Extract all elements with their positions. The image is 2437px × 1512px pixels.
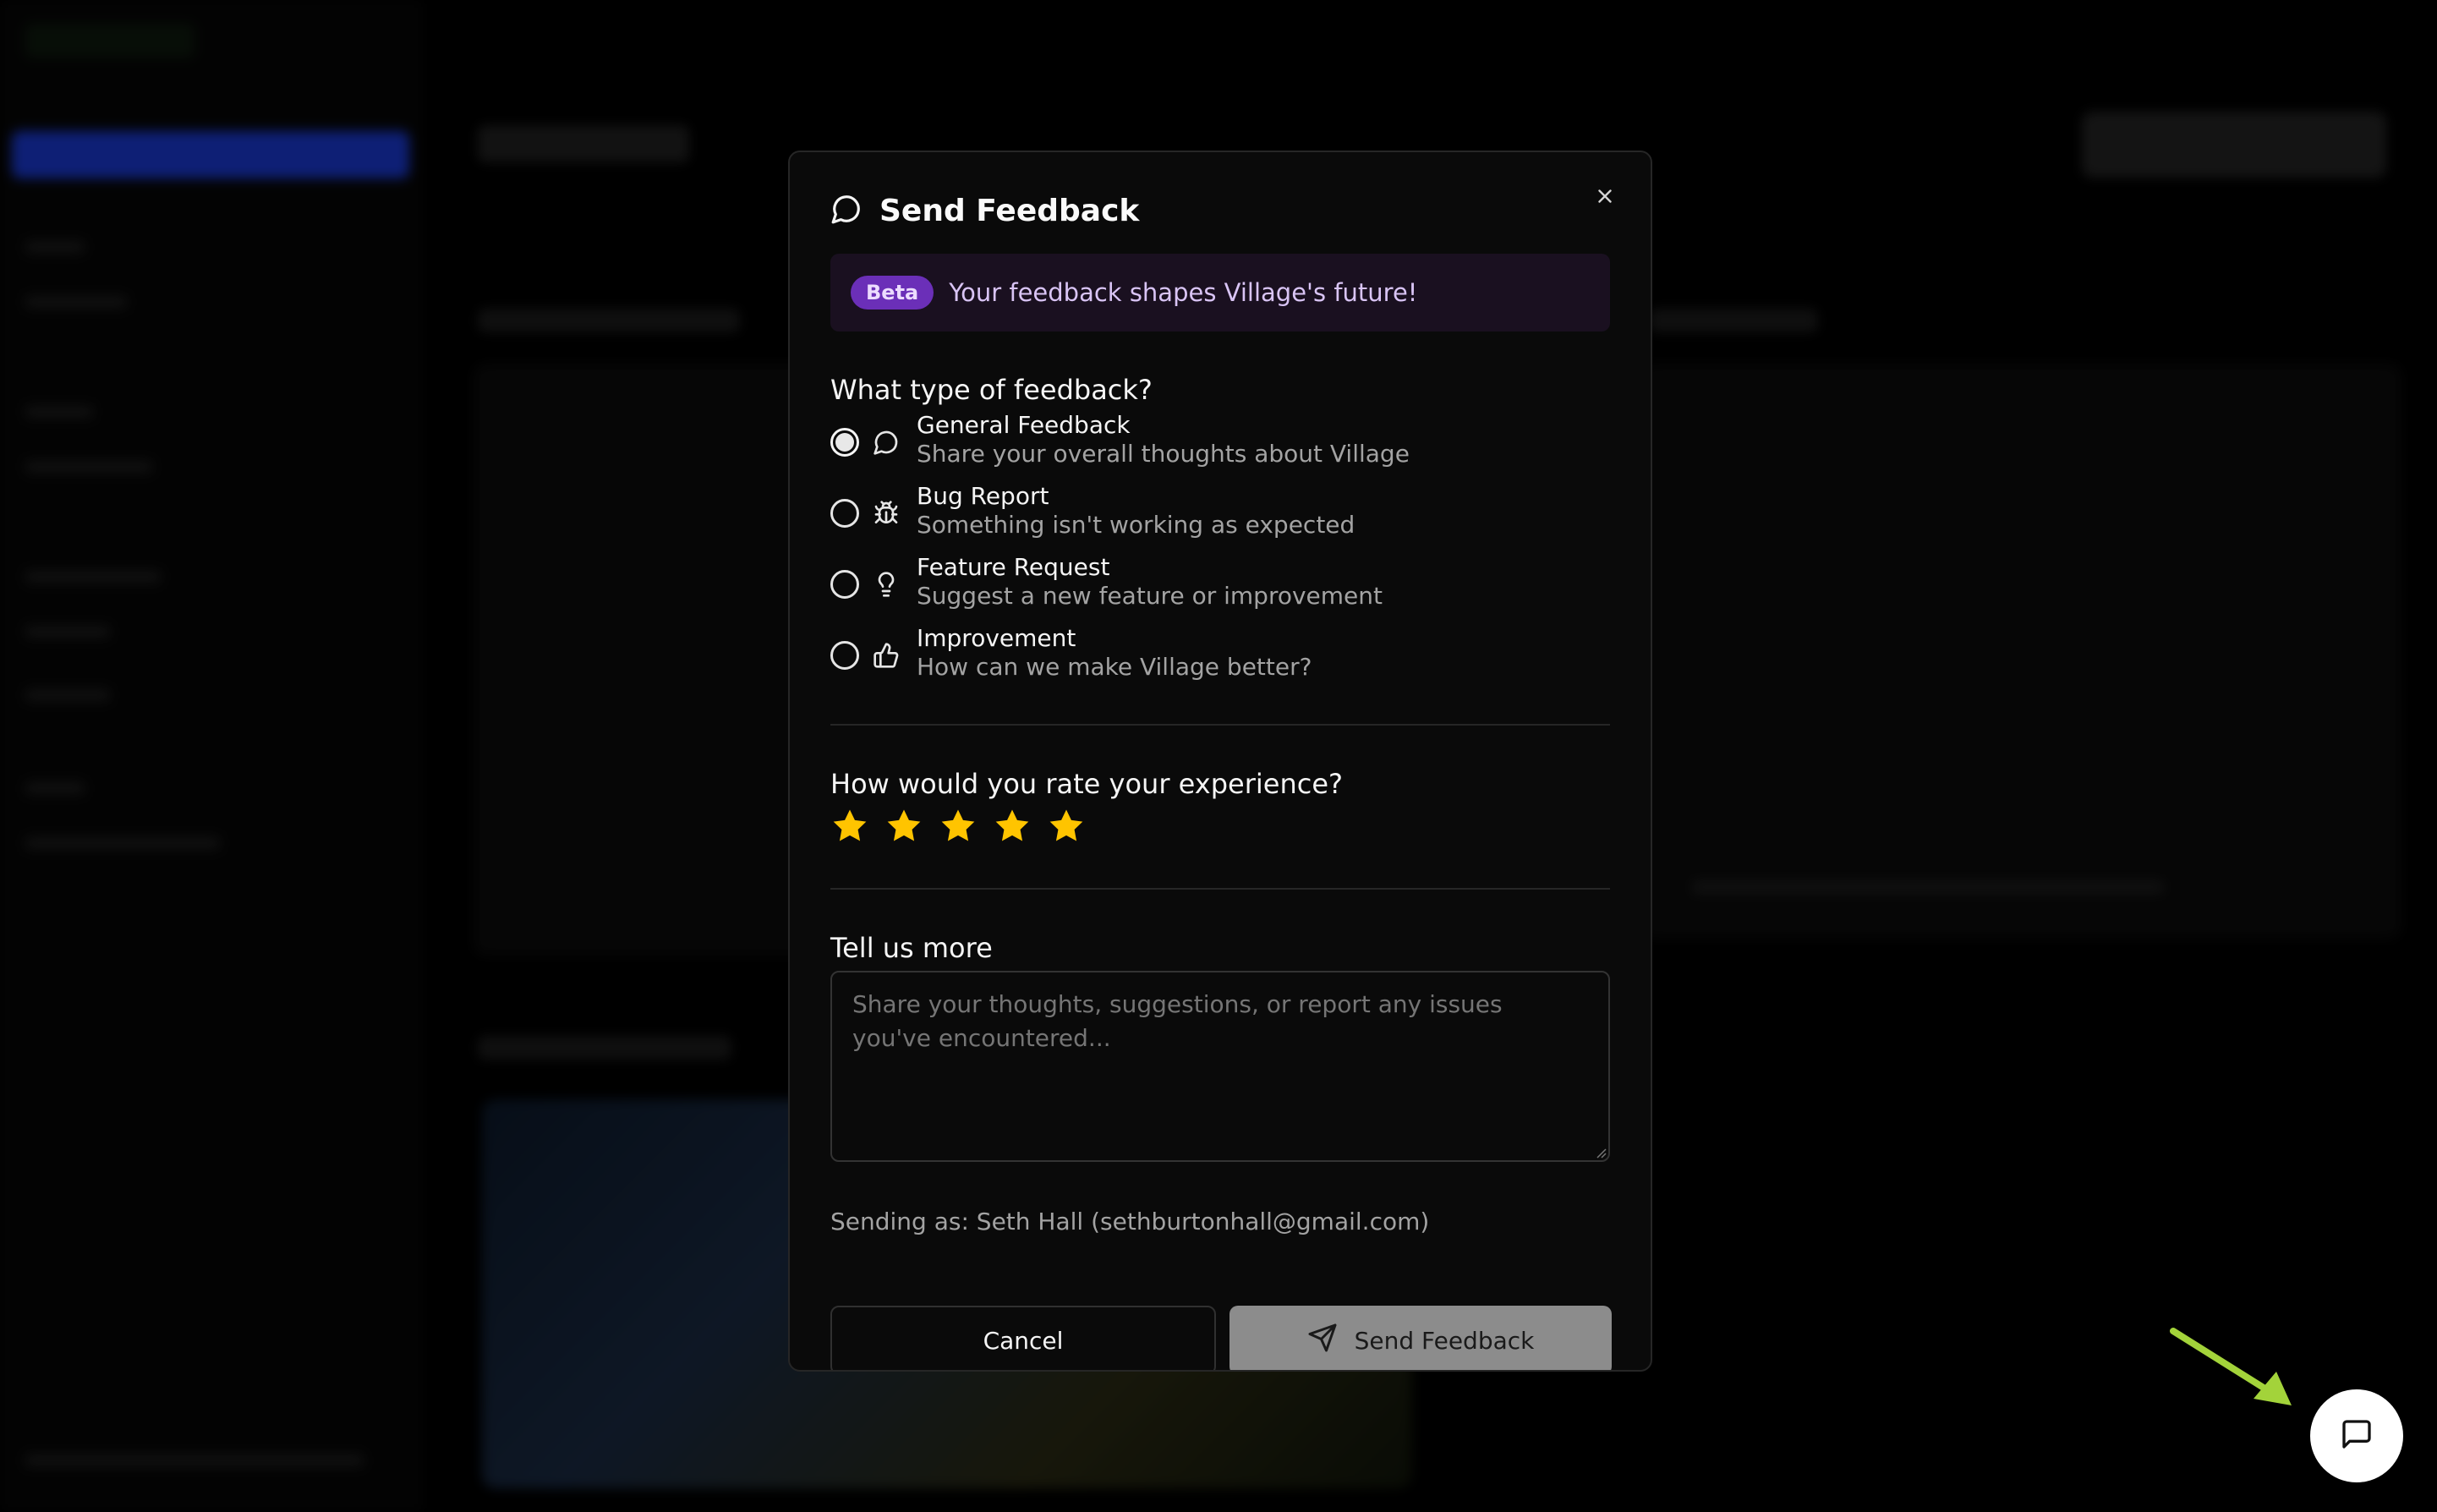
radio-button[interactable] [830, 641, 859, 670]
feedback-type-label: What type of feedback? [830, 374, 1153, 406]
sidebar-item [25, 461, 152, 473]
cancel-button-label: Cancel [983, 1326, 1064, 1355]
star-rating[interactable] [830, 807, 1086, 846]
rating-label: How would you rate your experience? [830, 768, 1343, 800]
option-description: How can we make Village better? [917, 653, 1312, 681]
resize-handle-icon[interactable] [1595, 1147, 1607, 1159]
option-title: Feature Request [917, 553, 1110, 581]
beta-banner: Beta Your feedback shapes Village's futu… [830, 254, 1610, 331]
thumbs-up-icon [871, 640, 901, 671]
option-title: General Feedback [917, 411, 1131, 439]
sidebar-item [25, 296, 127, 308]
option-description: Something isn't working as expected [917, 511, 1355, 539]
sending-as-text: Sending as: Seth Hall (sethburtonhall@gm… [830, 1208, 1430, 1235]
beta-message: Your feedback shapes Village's future! [949, 278, 1418, 307]
sidebar-item [25, 837, 220, 849]
send-button-label: Send Feedback [1354, 1326, 1535, 1355]
sidebar-section [25, 782, 85, 794]
card-text [1691, 879, 2165, 895]
star-icon[interactable] [993, 807, 1032, 846]
radio-button[interactable] [830, 570, 859, 599]
sidebar-section [25, 241, 85, 253]
dialog-header: Send Feedback [830, 193, 1139, 228]
app-logo [25, 24, 194, 58]
feedback-type-improvement[interactable]: Improvement How can we make Village bett… [830, 624, 1591, 688]
feedback-type-general[interactable]: General Feedback Share your overall thou… [830, 411, 1591, 475]
star-icon[interactable] [1047, 807, 1086, 846]
sidebar [0, 0, 423, 1512]
sidebar-item [25, 626, 110, 638]
annotation-arrow-icon [2170, 1328, 2292, 1405]
close-button[interactable] [1588, 181, 1622, 215]
send-feedback-button[interactable]: Send Feedback [1229, 1306, 1612, 1370]
floating-feedback-button[interactable] [2310, 1389, 2403, 1482]
section-heading [1649, 309, 1818, 332]
radio-button[interactable] [830, 428, 859, 457]
sidebar-section [25, 571, 161, 583]
lightbulb-icon [871, 569, 901, 600]
card [1640, 364, 2401, 939]
option-title: Bug Report [917, 482, 1049, 510]
beta-badge: Beta [851, 276, 934, 310]
message-circle-icon [830, 193, 863, 228]
cancel-button[interactable]: Cancel [830, 1306, 1216, 1370]
feedback-textarea[interactable] [830, 971, 1610, 1162]
sidebar-item [25, 689, 110, 701]
feedback-type-bug[interactable]: Bug Report Something isn't working as ex… [830, 482, 1591, 546]
divider [830, 724, 1610, 726]
option-description: Share your overall thoughts about Villag… [917, 440, 1410, 468]
message-circle-icon [871, 427, 901, 457]
section-heading [478, 1036, 731, 1060]
page-action-button [2082, 112, 2386, 178]
bug-icon [871, 498, 901, 529]
send-feedback-dialog: Send Feedback Beta Your feedback shapes … [788, 151, 1652, 1372]
sidebar-section [25, 406, 93, 418]
dialog-title: Send Feedback [879, 193, 1140, 228]
star-icon[interactable] [884, 807, 923, 846]
option-title: Improvement [917, 624, 1076, 652]
details-label: Tell us more [830, 932, 993, 964]
message-square-icon [2340, 1417, 2374, 1454]
star-icon[interactable] [939, 807, 978, 846]
close-icon [1594, 185, 1616, 211]
send-icon [1307, 1323, 1338, 1359]
page-title [478, 125, 689, 162]
feedback-type-feature[interactable]: Feature Request Suggest a new feature or… [830, 553, 1591, 617]
sidebar-active-item [12, 131, 409, 178]
option-description: Suggest a new feature or improvement [917, 582, 1383, 610]
section-heading [478, 309, 740, 332]
sidebar-user [25, 1454, 364, 1466]
star-icon[interactable] [830, 807, 869, 846]
divider [830, 888, 1610, 890]
radio-button[interactable] [830, 499, 859, 528]
